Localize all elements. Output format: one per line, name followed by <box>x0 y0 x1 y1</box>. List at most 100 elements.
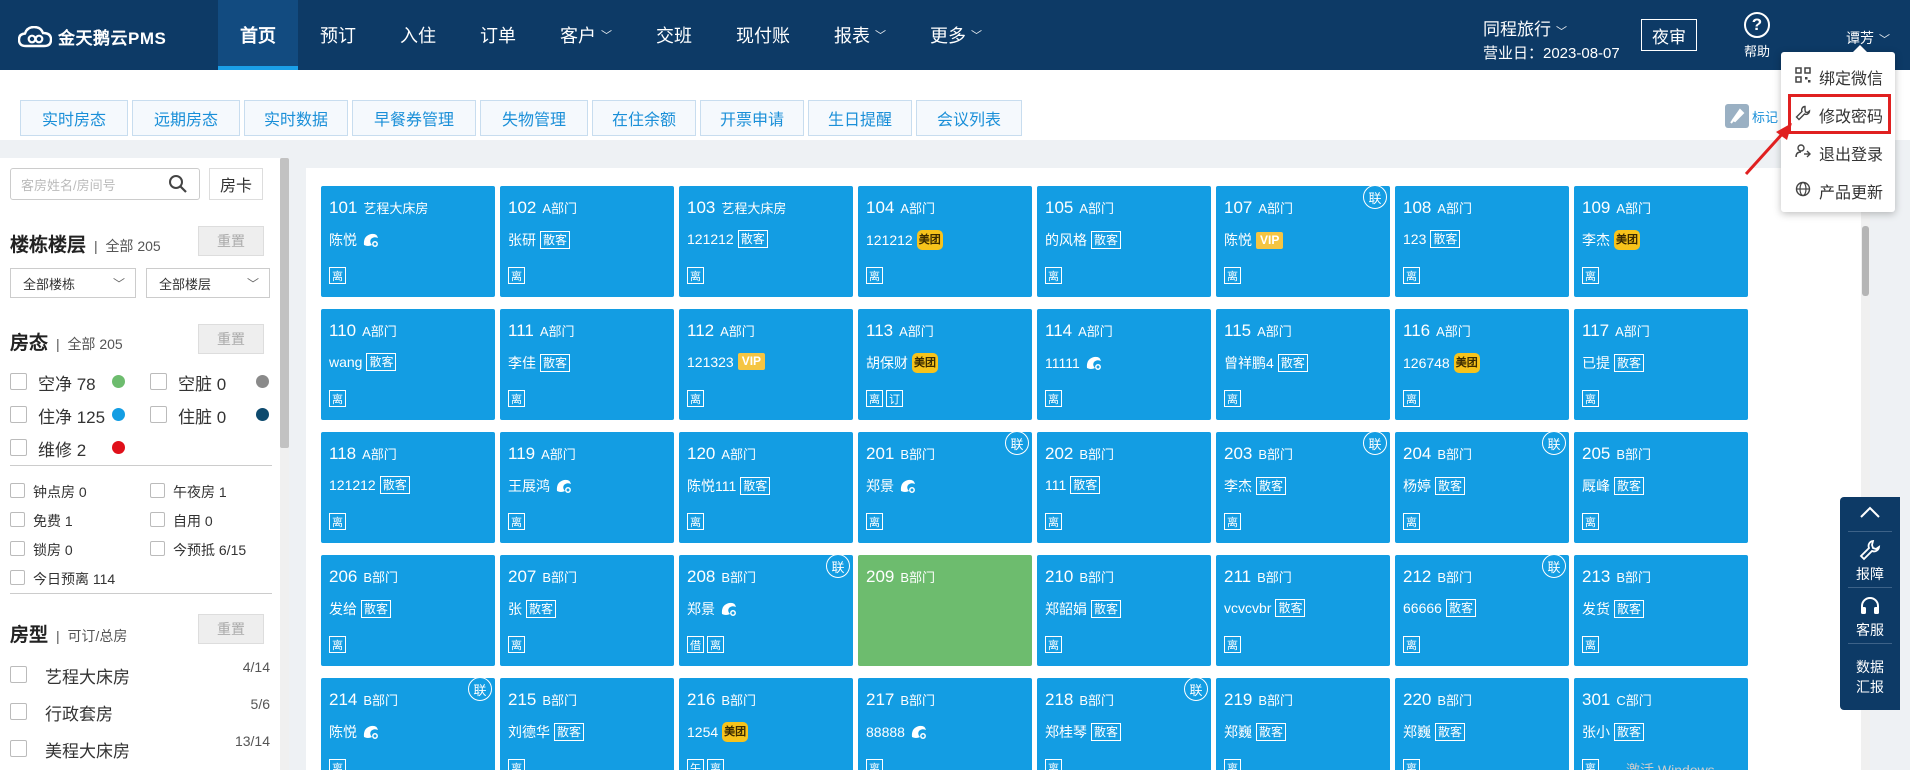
checkbox[interactable] <box>150 512 165 527</box>
room-state-reset-button[interactable]: 重置 <box>198 324 264 354</box>
room-card[interactable]: 114 A部门 11111 离 <box>1037 309 1211 420</box>
subtab-8[interactable]: 会议列表 <box>916 100 1022 136</box>
room-card[interactable]: 301 C部门 张小 散客离 <box>1574 678 1748 770</box>
room-card[interactable]: 101 艺程大床房 陈悦离 <box>321 186 495 297</box>
room-card[interactable]: 115 A部门 曾祥鹏4 散客离 <box>1216 309 1390 420</box>
room-number: 119 <box>508 444 536 463</box>
room-card[interactable]: 105 A部门 的风格 散客离 <box>1037 186 1211 297</box>
nav-item-4[interactable]: 客户 ﹀ <box>538 0 634 70</box>
checkbox[interactable] <box>10 570 25 585</box>
checkbox[interactable] <box>150 373 167 390</box>
subtab-3[interactable]: 早餐券管理 <box>352 100 476 136</box>
room-card[interactable]: 203 B部门 李杰 散客离 联 <box>1216 432 1390 543</box>
user-menu-item-2[interactable]: 退出登录 <box>1781 134 1895 172</box>
room-card[interactable]: 214 B部门 陈悦离 联 <box>321 678 495 770</box>
room-card[interactable]: 117 A部门 已提 散客离 <box>1574 309 1748 420</box>
checkbox[interactable] <box>10 666 27 683</box>
mark-button[interactable]: 标记 <box>1725 104 1778 128</box>
checkbox[interactable] <box>150 406 167 423</box>
report-issue-button[interactable]: 报障 <box>1840 539 1900 584</box>
nav-item-8[interactable]: 更多 ﹀ <box>908 0 1004 70</box>
room-card[interactable]: 111 A部门 李佳 散客离 <box>500 309 674 420</box>
room-card[interactable]: 211 B部门 vcvcvbr 散客离 <box>1216 555 1390 666</box>
sidebar-scrollbar-thumb[interactable] <box>280 158 289 448</box>
room-card[interactable]: 220 B部门 郑巍 散客离 <box>1395 678 1569 770</box>
hotel-switcher[interactable]: 同程旅行 ﹀ <box>1483 15 1567 40</box>
room-card[interactable]: 212 B部门 66666 散客离 联 <box>1395 555 1569 666</box>
subtab-0[interactable]: 实时房态 <box>20 100 128 136</box>
app-logo[interactable]: 金天鹅云PMS <box>18 24 166 49</box>
night-audit-button[interactable]: 夜审 <box>1641 19 1697 51</box>
checkbox[interactable] <box>150 541 165 556</box>
subtab-1[interactable]: 远期房态 <box>132 100 240 136</box>
checkbox[interactable] <box>10 373 27 390</box>
room-card[interactable]: 118 A部门 121212 散客离 <box>321 432 495 543</box>
room-card[interactable]: 109 A部门 李杰 美团离 <box>1574 186 1748 297</box>
room-type-reset-button[interactable]: 重置 <box>198 614 264 644</box>
room-card[interactable]: 205 B部门 厩峰 散客离 <box>1574 432 1748 543</box>
floor-select[interactable]: 全部楼层 ﹀ <box>146 268 270 298</box>
subtab-2[interactable]: 实时数据 <box>244 100 348 136</box>
room-card[interactable]: 108 A部门 123 散客离 <box>1395 186 1569 297</box>
checkbox[interactable] <box>10 512 25 527</box>
checkbox[interactable] <box>10 703 27 720</box>
user-menu-item-0[interactable]: 绑定微信 <box>1781 58 1895 96</box>
subtab-7[interactable]: 生日提醒 <box>808 100 912 136</box>
room-card[interactable]: 216 B部门 1254 美团午离 <box>679 678 853 770</box>
room-card[interactable]: 119 A部门 王展鸿离 <box>500 432 674 543</box>
customer-service-button[interactable]: 客服 <box>1840 595 1900 640</box>
guest-name: 陈悦111 <box>687 478 737 494</box>
checkbox[interactable] <box>10 483 25 498</box>
subtab-5[interactable]: 在住余额 <box>592 100 696 136</box>
room-number: 203 <box>1224 444 1253 463</box>
room-card[interactable]: 104 A部门 121212 美团离 <box>858 186 1032 297</box>
room-card[interactable]: 206 B部门 发给 散客离 <box>321 555 495 666</box>
scroll-top-button[interactable] <box>1840 505 1900 522</box>
nav-item-3[interactable]: 订单 <box>458 0 538 70</box>
room-card[interactable]: 217 B部门 88888 离 <box>858 678 1032 770</box>
room-card[interactable]: 215 B部门 刘德华 散客离 <box>500 678 674 770</box>
user-menu-item-3[interactable]: 产品更新 <box>1781 172 1895 210</box>
room-card[interactable]: 204 B部门 杨婷 散客离 联 <box>1395 432 1569 543</box>
room-grid-scrollbar-thumb[interactable] <box>1862 226 1869 296</box>
checkbox[interactable] <box>10 439 27 456</box>
subtab-4[interactable]: 失物管理 <box>480 100 588 136</box>
room-card[interactable]: 120 A部门 陈悦111 散客离 <box>679 432 853 543</box>
room-card[interactable]: 103 艺程大床房 121212 散客离 <box>679 186 853 297</box>
room-card[interactable]: 210 B部门 郑韶娟 散客离 <box>1037 555 1211 666</box>
data-report-button[interactable]: 数据 汇报 <box>1840 657 1900 697</box>
user-menu-item-1[interactable]: 修改密码 <box>1781 96 1895 134</box>
nav-item-5[interactable]: 交班 <box>634 0 714 70</box>
room-card[interactable]: 112 A部门 121323 VIP 离 <box>679 309 853 420</box>
room-card[interactable]: 207 B部门张散客离 <box>500 555 674 666</box>
checkbox[interactable] <box>10 406 27 423</box>
room-card[interactable]: 218 B部门 郑桂琴 散客离 联 <box>1037 678 1211 770</box>
room-card[interactable]: 202 B部门 111 散客离 <box>1037 432 1211 543</box>
room-card-button[interactable]: 房卡 <box>209 168 263 200</box>
help-button[interactable]: ? 帮助 <box>1735 12 1779 60</box>
nav-item-7[interactable]: 报表 ﹀ <box>812 0 908 70</box>
room-card[interactable]: 113 A部门 胡保财 美团离订 <box>858 309 1032 420</box>
status-tag: 借 <box>687 636 704 653</box>
room-card[interactable]: 110 A部门 wang 散客离 <box>321 309 495 420</box>
checkbox[interactable] <box>10 740 27 757</box>
building-reset-button[interactable]: 重置 <box>198 226 264 256</box>
room-card[interactable]: 219 B部门 郑巍 散客离 <box>1216 678 1390 770</box>
room-card[interactable]: 107 A部门 陈悦 VIP 离 联 <box>1216 186 1390 297</box>
nav-item-0[interactable]: 首页 <box>218 0 298 70</box>
room-card[interactable]: 209 B部门 <box>858 555 1032 666</box>
checkbox[interactable] <box>10 541 25 556</box>
guest-name: 郑景 <box>687 601 715 617</box>
search-icon[interactable] <box>168 174 188 194</box>
nav-item-6[interactable]: 现付账 <box>714 0 812 70</box>
building-select[interactable]: 全部楼栋 ﹀ <box>10 268 136 298</box>
room-card[interactable]: 201 B部门 郑景离 联 <box>858 432 1032 543</box>
room-card[interactable]: 102 A部门 张研 散客离 <box>500 186 674 297</box>
checkbox[interactable] <box>150 483 165 498</box>
room-card[interactable]: 208 B部门 郑景借离 联 <box>679 555 853 666</box>
room-card[interactable]: 213 B部门 发货 散客离 <box>1574 555 1748 666</box>
room-card[interactable]: 116 A部门 126748 美团离 <box>1395 309 1569 420</box>
nav-item-1[interactable]: 预订 <box>298 0 378 70</box>
nav-item-2[interactable]: 入住 <box>378 0 458 70</box>
subtab-6[interactable]: 开票申请 <box>700 100 804 136</box>
